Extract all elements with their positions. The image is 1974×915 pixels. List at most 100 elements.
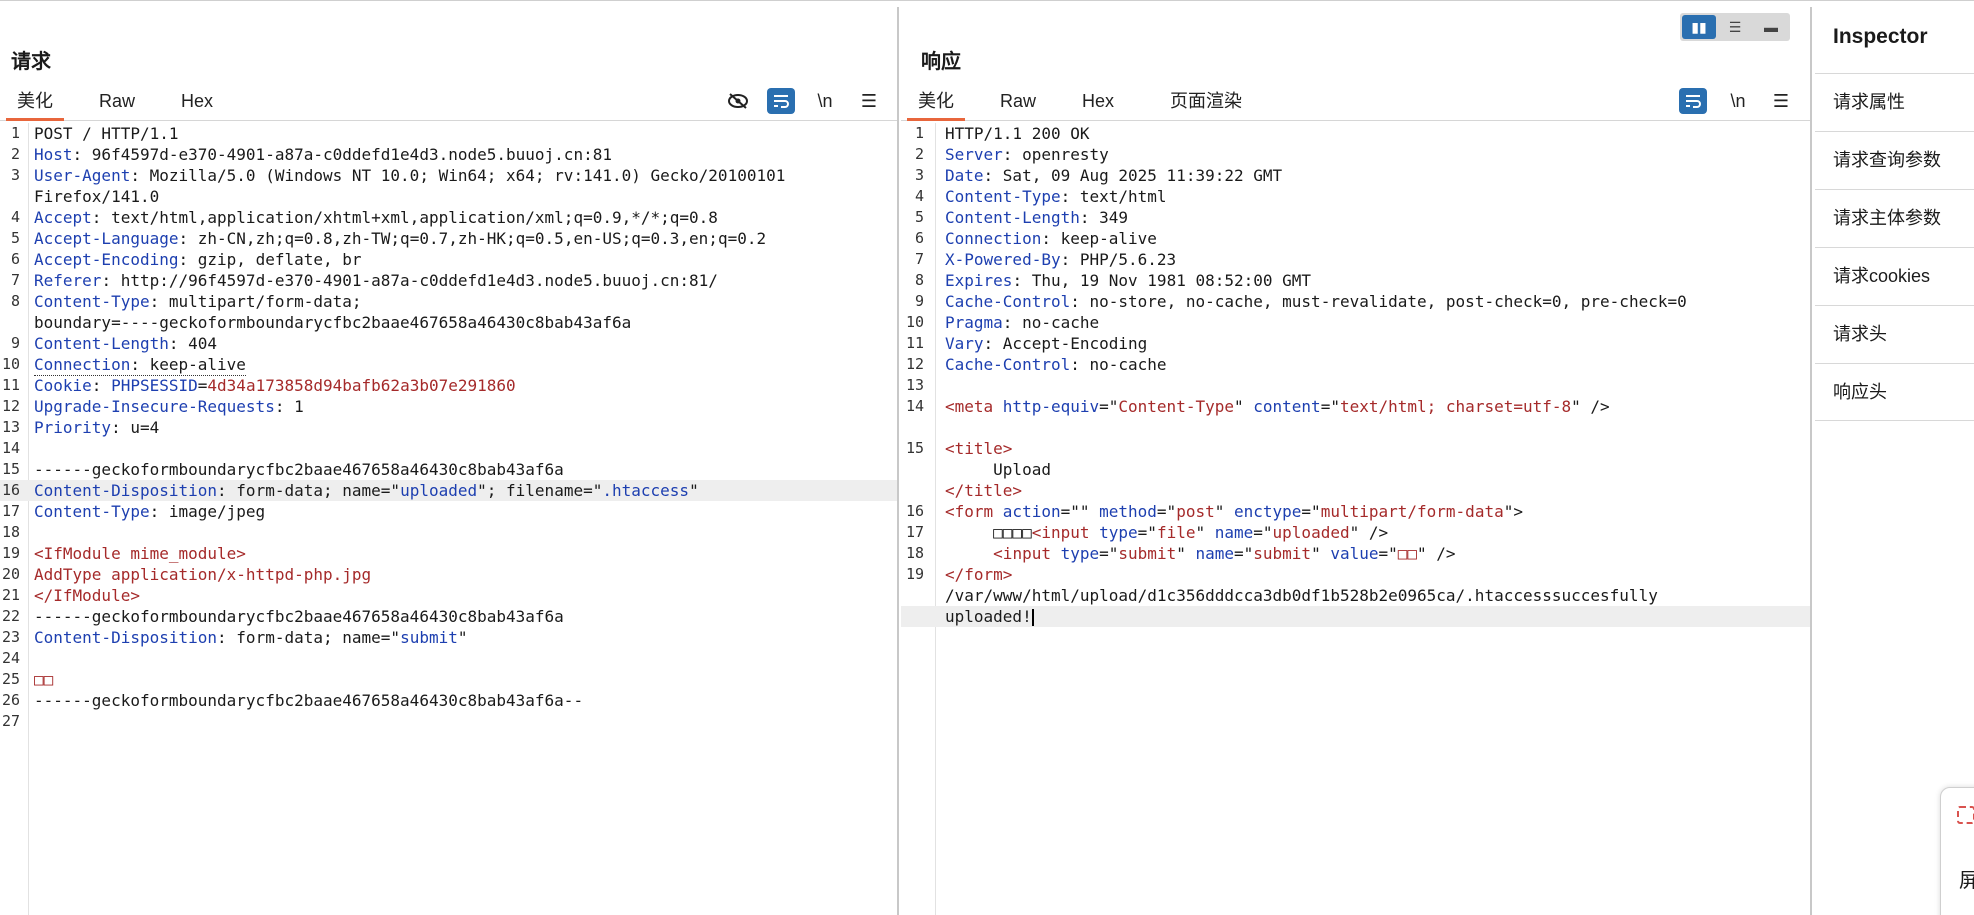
text-caret bbox=[1031, 609, 1034, 626]
code-text: Upgrade-Insecure-Requests: 1 bbox=[34, 396, 304, 417]
notification-popup[interactable]: 屏 bbox=[1940, 787, 1974, 915]
request-line: 20 AddType application/x-httpd-php.jpg bbox=[0, 564, 897, 585]
request-line: 12 Upgrade-Insecure-Requests: 1 bbox=[0, 396, 897, 417]
wrap-icon[interactable] bbox=[1679, 88, 1707, 114]
code-token: " bbox=[1195, 523, 1215, 542]
code-token: Content-Length bbox=[945, 208, 1080, 227]
line-number: 3 bbox=[10, 166, 20, 184]
code-token: PHPSESSID bbox=[111, 376, 198, 395]
inspector-item-request-attributes[interactable]: 请求属性 bbox=[1815, 73, 1974, 131]
code-text: <form action="" method="post" enctype="m… bbox=[945, 501, 1523, 522]
newline-icon[interactable]: \n bbox=[1724, 88, 1752, 114]
tab-render[interactable]: 页面渲染 bbox=[1165, 89, 1247, 121]
code-token: =" bbox=[1099, 397, 1119, 416]
code-token: Referer bbox=[34, 271, 102, 290]
code-token: : gzip, deflate, br bbox=[178, 250, 362, 269]
wrap-icon[interactable] bbox=[767, 88, 795, 114]
code-token: text/html; charset=utf-8 bbox=[1339, 397, 1572, 416]
request-line: 7 Referer: http://96f4597d-e370-4901-a87a… bbox=[0, 270, 897, 291]
code-text: /var/www/html/upload/d1c356dddcca3db0df1… bbox=[945, 585, 1658, 606]
line-number: 11 bbox=[1, 376, 20, 394]
line-number: 19 bbox=[905, 565, 924, 583]
code-token: =" bbox=[1234, 544, 1254, 563]
line-number: 8 bbox=[914, 271, 924, 289]
tab-hex[interactable]: Hex bbox=[1071, 89, 1125, 121]
split-vertical-icon[interactable]: ☰ bbox=[1718, 15, 1752, 39]
tab-hex[interactable]: Hex bbox=[170, 89, 224, 121]
code-token: =" bbox=[1253, 523, 1273, 542]
tab-raw[interactable]: Raw bbox=[991, 89, 1045, 121]
request-line: 18 bbox=[0, 522, 897, 543]
line-number: 18 bbox=[905, 544, 924, 562]
code-token: : text/html bbox=[1060, 187, 1167, 206]
code-text: Cookie: PHPSESSID=4d34a173858d94bafb62a3… bbox=[34, 375, 516, 396]
line-number: 5 bbox=[10, 229, 20, 247]
code-text: POST / HTTP/1.1 bbox=[34, 123, 179, 144]
response-line: /var/www/html/upload/d1c356dddcca3db0df1… bbox=[901, 585, 1810, 606]
code-text: Accept-Encoding: gzip, deflate, br bbox=[34, 249, 362, 270]
code-text: Content-Type: text/html bbox=[945, 186, 1167, 207]
code-token: : Accept-Encoding bbox=[983, 334, 1148, 353]
code-token: " bbox=[1214, 502, 1234, 521]
inspector-item-cookies[interactable]: 请求cookies bbox=[1815, 247, 1974, 305]
code-token: User-Agent bbox=[34, 166, 131, 185]
code-token: : Sat, 09 Aug 2025 11:39:22 GMT bbox=[983, 166, 1283, 185]
request-editor[interactable]: 1 POST / HTTP/1.1 2 Host: 96f4597d-e370-490… bbox=[0, 123, 897, 915]
code-token: value bbox=[1330, 544, 1379, 563]
code-token: : keep-alive bbox=[130, 355, 246, 374]
hide-icon[interactable] bbox=[724, 88, 752, 114]
split-horizontal-icon[interactable]: ▮▮ bbox=[1682, 15, 1716, 39]
inspector-item-query-params[interactable]: 请求查询参数 bbox=[1815, 131, 1974, 189]
inspector-item-body-params[interactable]: 请求主体参数 bbox=[1815, 189, 1974, 247]
code-token: Cache-Control bbox=[945, 355, 1071, 374]
line-number: 7 bbox=[914, 250, 924, 268]
line-number: 6 bbox=[914, 229, 924, 247]
inspector-item-response-headers[interactable]: 响应头 bbox=[1815, 363, 1974, 421]
line-number: 21 bbox=[1, 586, 20, 604]
response-line: 10 Pragma: no-cache bbox=[901, 312, 1810, 333]
code-text: □□ bbox=[34, 669, 53, 690]
code-token: =" bbox=[1320, 397, 1340, 416]
request-line: 8 Content-Type: multipart/form-data; bbox=[0, 291, 897, 312]
code-token: Priority bbox=[34, 418, 112, 437]
code-token: Expires bbox=[945, 271, 1013, 290]
code-token: submit bbox=[400, 628, 458, 647]
tab-pretty[interactable]: 美化 bbox=[907, 89, 965, 121]
inspector-item-request-headers[interactable]: 请求头 bbox=[1815, 305, 1974, 363]
response-line: 15 <title> bbox=[901, 438, 1810, 459]
code-text: ------geckoformboundarycfbc2baae467658a4… bbox=[34, 690, 583, 711]
code-text: boundary=----geckoformboundarycfbc2baae4… bbox=[34, 312, 631, 333]
code-text: Cache-Control: no-cache bbox=[945, 354, 1167, 375]
code-text: Accept-Language: zh-CN,zh;q=0.8,zh-TW;q=… bbox=[34, 228, 766, 249]
code-token: " bbox=[1176, 544, 1196, 563]
line-number: 23 bbox=[1, 628, 20, 646]
response-line: 6 Connection: keep-alive bbox=[901, 228, 1810, 249]
code-token: " /> bbox=[1571, 397, 1610, 416]
code-text: </title> bbox=[945, 480, 1022, 501]
response-line: uploaded! bbox=[901, 606, 1810, 627]
menu-icon[interactable]: ☰ bbox=[855, 88, 883, 114]
code-token: " /> bbox=[1349, 523, 1389, 542]
code-text: <title> bbox=[945, 438, 1012, 459]
code-token: Connection bbox=[945, 229, 1042, 248]
tab-pretty[interactable]: 美化 bbox=[6, 89, 64, 121]
code-token: http-equiv bbox=[1002, 397, 1100, 416]
newline-icon[interactable]: \n bbox=[811, 88, 839, 114]
tab-raw[interactable]: Raw bbox=[90, 89, 144, 121]
code-text: ------geckoformboundarycfbc2baae467658a4… bbox=[34, 606, 564, 627]
code-token: Content-Type bbox=[34, 292, 150, 311]
response-editor[interactable]: 1 HTTP/1.1 200 OK 2 Server: openresty 3 Date:… bbox=[901, 123, 1810, 915]
code-token: Content-Disposition bbox=[34, 628, 218, 647]
request-line: 2 Host: 96f4597d-e370-4901-a87a-c0ddefd1e… bbox=[0, 144, 897, 165]
single-pane-icon[interactable]: ▬ bbox=[1754, 15, 1788, 39]
code-text: AddType application/x-httpd-php.jpg bbox=[34, 564, 371, 585]
line-number: 10 bbox=[1, 355, 20, 373]
menu-icon[interactable]: ☰ bbox=[1767, 88, 1795, 114]
code-token: : PHP/5.6.23 bbox=[1060, 250, 1177, 269]
line-number: 25 bbox=[1, 670, 20, 688]
code-text: Upload bbox=[945, 459, 1051, 480]
request-line: Firefox/141.0 bbox=[0, 186, 897, 207]
code-token: □□ bbox=[34, 670, 54, 689]
code-text: Content-Length: 404 bbox=[34, 333, 217, 354]
